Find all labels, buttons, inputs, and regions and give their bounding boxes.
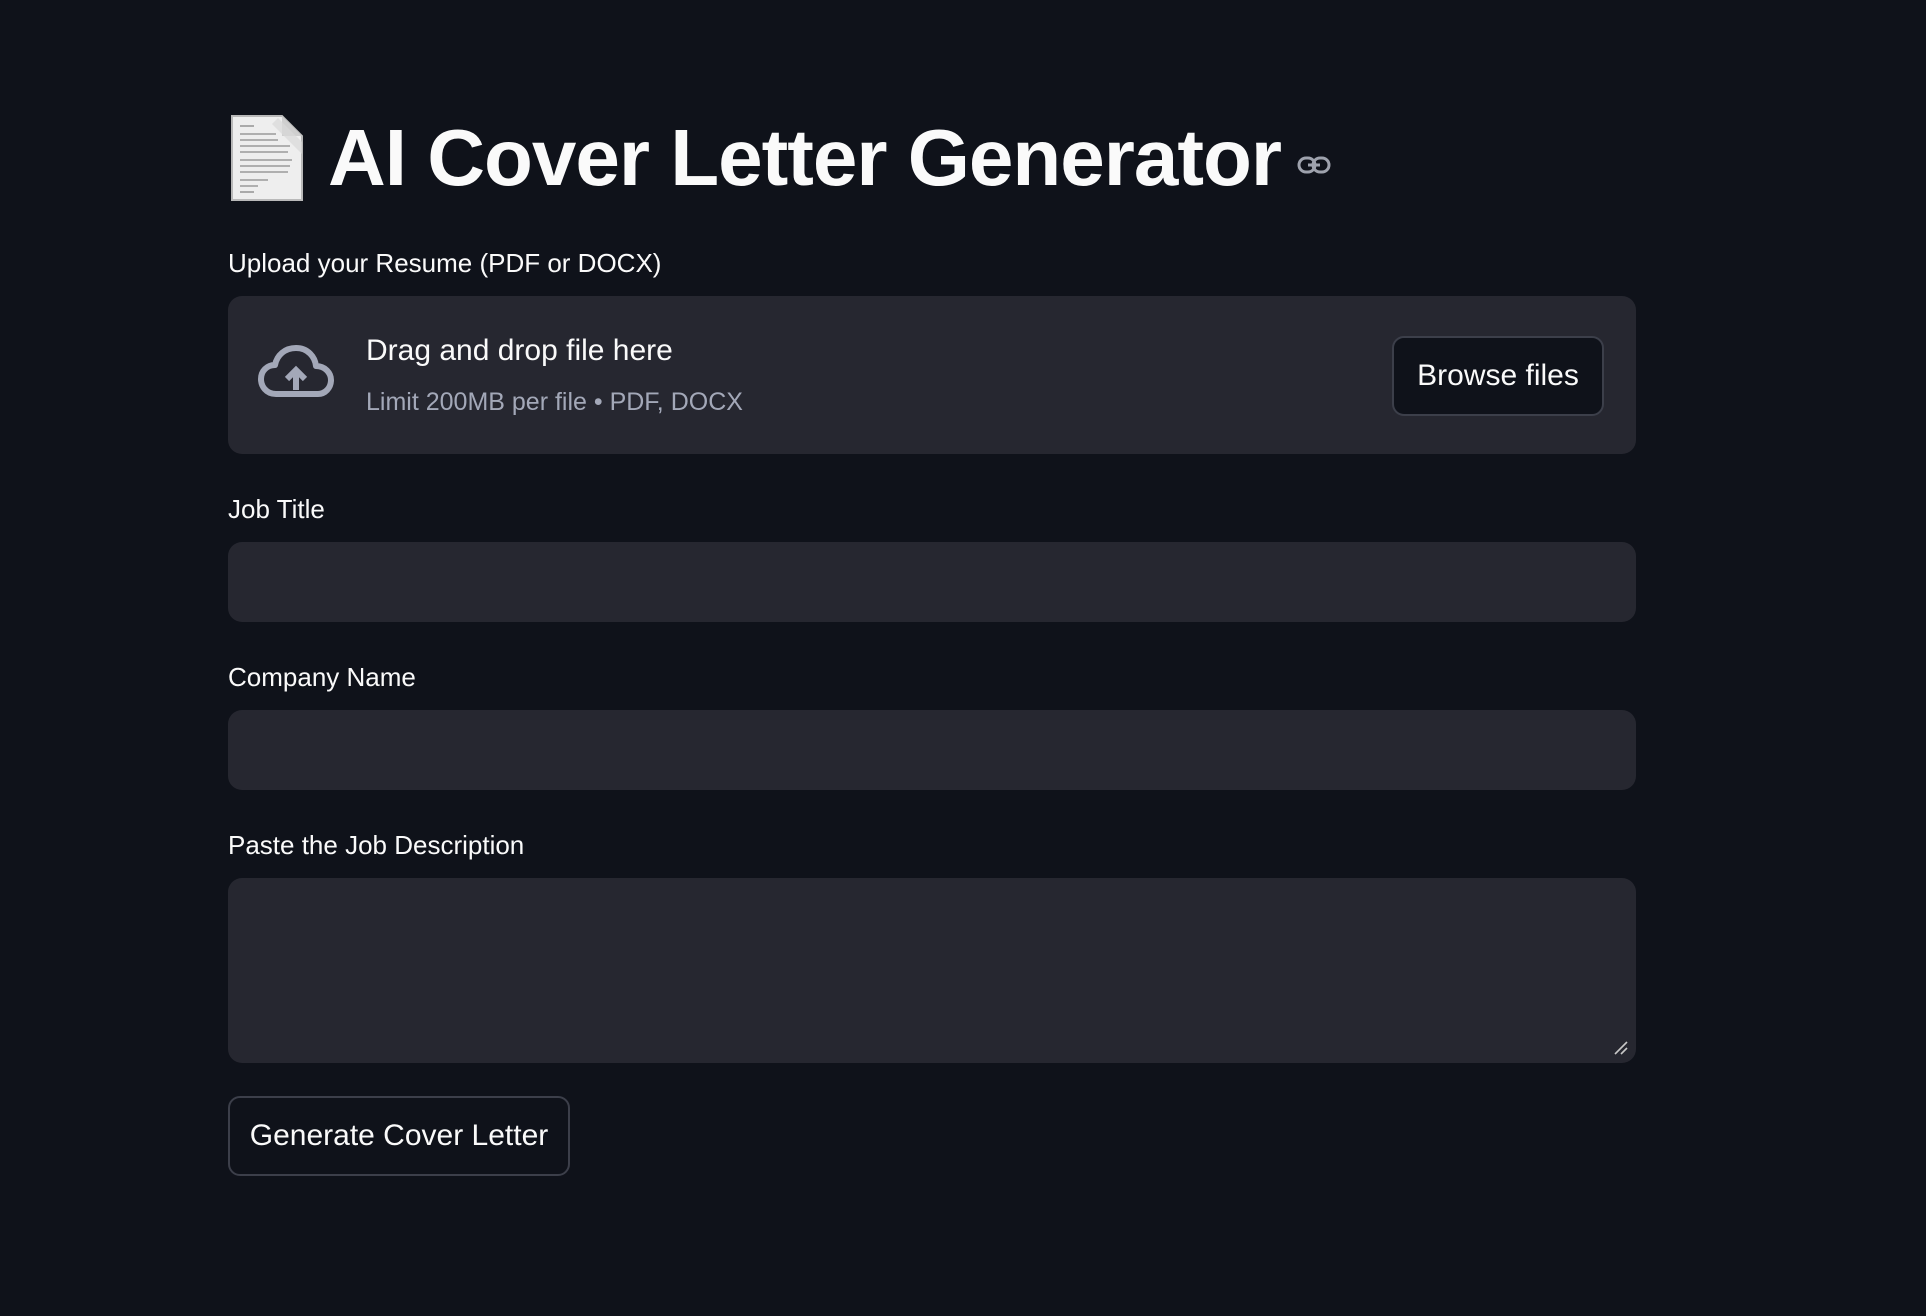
job-description-label: Paste the Job Description [228, 830, 525, 860]
dropzone-limit-text: Limit 200MB per file • PDF, DOCX [366, 388, 743, 416]
job-description-textarea[interactable] [228, 878, 1636, 1063]
company-name-label: Company Name [228, 662, 416, 692]
job-title-input[interactable] [228, 542, 1636, 622]
browse-files-button[interactable]: Browse files [1392, 336, 1604, 416]
resize-handle-icon[interactable] [1612, 1039, 1628, 1055]
generate-cover-letter-button[interactable]: Generate Cover Letter [228, 1096, 570, 1176]
link-icon[interactable] [1297, 154, 1331, 176]
cloud-upload-icon [258, 345, 334, 397]
page-facing-up-icon [231, 115, 303, 201]
dropzone-title: Drag and drop file here [366, 334, 673, 367]
job-description-wrapper [228, 878, 1636, 1063]
job-title-label: Job Title [228, 494, 325, 524]
title-row: AI Cover Letter Generator [228, 108, 1331, 208]
resume-dropzone[interactable]: Drag and drop file here Limit 200MB per … [228, 296, 1636, 454]
company-name-input[interactable] [228, 710, 1636, 790]
page-title: AI Cover Letter Generator [328, 113, 1282, 202]
resume-upload-label: Upload your Resume (PDF or DOCX) [228, 248, 662, 278]
